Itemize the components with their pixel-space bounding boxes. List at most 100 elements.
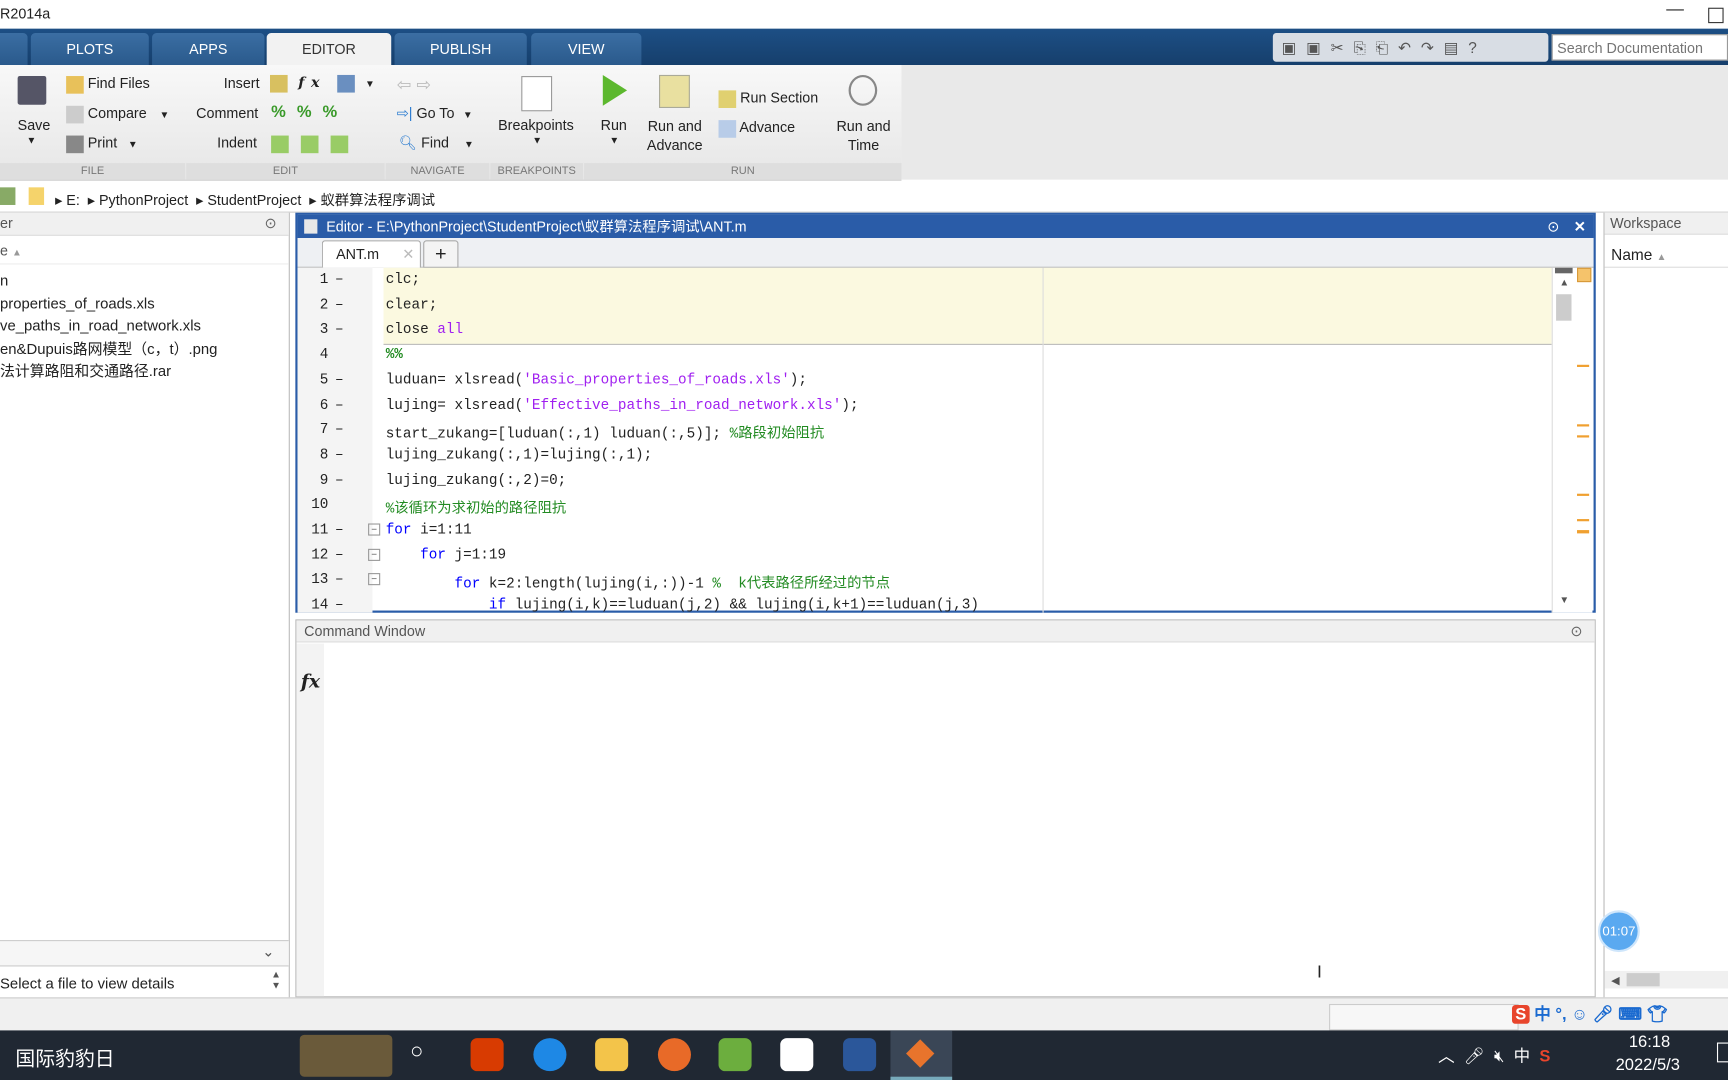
list-item[interactable]: en&Dupuis路网模型（c，t）.png bbox=[0, 338, 217, 361]
list-item[interactable]: 法计算路阻和交通路径.rar bbox=[0, 361, 217, 384]
tab-ant-m[interactable]: ANT.m ✕ bbox=[321, 240, 421, 268]
code-line[interactable]: 1– clc; bbox=[298, 271, 1552, 293]
breakpoint-marker[interactable]: – bbox=[335, 546, 344, 563]
leopard-widget-image[interactable] bbox=[299, 1034, 393, 1077]
save-button[interactable]: Save bbox=[18, 117, 51, 134]
code-line[interactable]: 13– − for k=2:length(lujing(i,:))-1 % k代表… bbox=[298, 571, 1552, 593]
fold-toggle-icon[interactable]: − bbox=[368, 573, 381, 586]
breakpoint-marker[interactable]: – bbox=[335, 521, 344, 538]
breakpoint-marker[interactable]: – bbox=[335, 321, 344, 338]
minimize-button[interactable]: — bbox=[1666, 0, 1684, 20]
breakpoints-button[interactable]: Breakpoints bbox=[498, 117, 574, 134]
chevron-down-icon[interactable]: ⌄ bbox=[262, 943, 274, 961]
list-item[interactable]: n bbox=[0, 270, 217, 293]
matlab-taskbar-button[interactable] bbox=[890, 1030, 953, 1080]
fold-toggle-icon[interactable]: − bbox=[368, 548, 381, 561]
file-explorer-icon[interactable] bbox=[595, 1038, 629, 1072]
clock-date[interactable]: 2022/5/3 bbox=[1616, 1056, 1680, 1075]
goto-button[interactable]: ⇨| Go To ▼ bbox=[397, 105, 473, 123]
breakpoints-dropdown-icon[interactable]: ▼ bbox=[532, 134, 542, 145]
maximize-button[interactable] bbox=[1708, 7, 1724, 24]
code-line[interactable]: 12– − for j=1:19 bbox=[298, 546, 1552, 568]
code-line[interactable]: 5– luduan= xlsread('Basic_properties_of_r… bbox=[298, 371, 1552, 393]
code-line[interactable]: 3– close all bbox=[298, 321, 1552, 343]
app-icon[interactable] bbox=[657, 1038, 691, 1072]
advance-button[interactable]: Advance bbox=[718, 119, 795, 138]
taskbar-news-text[interactable]: 国际豹豹日 bbox=[15, 1044, 114, 1073]
list-item[interactable]: ve_paths_in_road_network.xls bbox=[0, 315, 217, 338]
code-area[interactable]: 1– clc; 2– clear; 3– close all 4%% 5– luduan= xl… bbox=[298, 268, 1552, 613]
find-button[interactable]: 🔍︎ Find ▼ bbox=[399, 134, 474, 152]
baidu-netdisk-icon[interactable] bbox=[780, 1038, 814, 1072]
details-scroll[interactable]: ▲ ▼ bbox=[271, 969, 281, 991]
quick-access-toolbar[interactable]: ▣▣✂⎘⎗↶↷▤? bbox=[1272, 33, 1549, 62]
details-toggle[interactable]: ⌄ bbox=[0, 940, 289, 967]
clock-time[interactable]: 16:18 bbox=[1629, 1033, 1670, 1052]
save-dropdown-icon[interactable]: ▼ bbox=[26, 134, 36, 145]
back-forward-buttons[interactable]: ⇦ ⇨ bbox=[397, 74, 431, 96]
code-line[interactable]: 6– lujing= xlsread('Effective_paths_in_ro… bbox=[298, 396, 1552, 418]
workspace-hscrollbar[interactable]: ◀ bbox=[1604, 970, 1728, 989]
list-item[interactable]: properties_of_roads.xls bbox=[0, 293, 217, 316]
breakpoint-marker[interactable]: – bbox=[335, 371, 344, 388]
breakpoint-marker[interactable]: – bbox=[335, 421, 344, 438]
up-folder-icon[interactable] bbox=[0, 187, 16, 205]
command-window-menu-icon[interactable]: ⊙ bbox=[1570, 620, 1582, 642]
tab-publish[interactable]: PUBLISH bbox=[394, 33, 527, 66]
office-icon[interactable] bbox=[470, 1038, 504, 1072]
tab-view[interactable]: VIEW bbox=[531, 33, 642, 66]
tab-editor[interactable]: EDITOR bbox=[266, 33, 392, 66]
command-window[interactable]: Command Window ⊙ fx bbox=[295, 619, 1596, 998]
code-line[interactable]: 9– lujing_zukang(:,2)=0; bbox=[298, 471, 1552, 493]
code-line[interactable]: 8– lujing_zukang(:,1)=lujing(:,1); bbox=[298, 446, 1552, 468]
code-line[interactable]: 4%% bbox=[298, 346, 1552, 368]
breadcrumb[interactable]: ▸ E: ▸ PythonProject ▸ StudentProject ▸ … bbox=[55, 188, 435, 209]
breakpoint-marker[interactable]: – bbox=[335, 571, 344, 588]
image-app-icon[interactable] bbox=[718, 1038, 752, 1072]
tab-apps[interactable]: APPS bbox=[152, 33, 265, 66]
breakpoint-marker[interactable]: – bbox=[335, 471, 344, 488]
search-circle-icon[interactable]: ○ bbox=[410, 1039, 423, 1064]
new-tab-button[interactable]: + bbox=[423, 240, 459, 268]
run-and-advance-button[interactable]: Run and Advance bbox=[647, 117, 703, 154]
panel-menu-icon[interactable]: ⊙ bbox=[264, 213, 276, 235]
breakpoint-marker[interactable]: – bbox=[335, 271, 344, 288]
notification-icon[interactable] bbox=[1716, 1042, 1728, 1063]
code-line[interactable]: 2– clear; bbox=[298, 296, 1552, 318]
code-line[interactable]: 14– if lujing(i,k)==luduan(j,2) && lujin… bbox=[298, 596, 1552, 612]
tab-home[interactable] bbox=[0, 33, 28, 66]
editor-scrollbar[interactable]: ▲ ▼ bbox=[1551, 267, 1593, 613]
tab-plots[interactable]: PLOTS bbox=[30, 33, 149, 66]
breakpoint-marker[interactable]: – bbox=[335, 296, 344, 313]
print-button[interactable]: Print ▼ bbox=[66, 134, 138, 153]
fx-function-browser-icon[interactable]: fx bbox=[301, 671, 320, 693]
insert-buttons[interactable]: fx ▼ bbox=[269, 74, 381, 93]
breakpoint-marker[interactable]: – bbox=[335, 596, 344, 612]
close-tab-icon[interactable]: ✕ bbox=[402, 246, 414, 264]
close-editor-icon[interactable]: ✕ bbox=[1574, 215, 1586, 238]
run-dropdown-icon[interactable]: ▼ bbox=[609, 134, 619, 145]
run-section-button[interactable]: Run Section bbox=[718, 89, 818, 108]
editor-menu-icon[interactable]: ⊙ bbox=[1547, 215, 1559, 238]
code-line[interactable]: 11– − for i=1:11 bbox=[298, 521, 1552, 543]
breakpoint-marker[interactable]: – bbox=[335, 446, 344, 463]
sogou-browser-icon[interactable] bbox=[533, 1038, 567, 1072]
code-line[interactable]: 10 %该循环为求初始的路径阻抗 bbox=[298, 496, 1552, 518]
workspace-name-column[interactable]: Name ▲ bbox=[1604, 241, 1728, 268]
indent-buttons[interactable] bbox=[271, 134, 348, 153]
scroll-thumb[interactable] bbox=[1556, 294, 1572, 321]
run-and-time-button[interactable]: Run and Time bbox=[836, 117, 890, 154]
comment-buttons[interactable]: %%% bbox=[271, 102, 348, 121]
address-bar[interactable]: ▸ E: ▸ PythonProject ▸ StudentProject ▸ … bbox=[0, 181, 1728, 213]
find-files-button[interactable]: Find Files bbox=[66, 75, 150, 94]
run-button[interactable]: Run bbox=[601, 117, 627, 134]
word-icon[interactable] bbox=[843, 1038, 877, 1072]
system-tray[interactable]: ︿ 🎤︎ 🔇︎ 中 S bbox=[1438, 1044, 1550, 1067]
compare-button[interactable]: Compare ▼ bbox=[66, 105, 169, 123]
breakpoint-marker[interactable]: – bbox=[335, 396, 344, 413]
fold-toggle-icon[interactable]: − bbox=[368, 523, 381, 536]
search-documentation-input[interactable] bbox=[1551, 34, 1728, 61]
code-line[interactable]: 7– start_zukang=[luduan(:,1) luduan(:,5)]… bbox=[298, 421, 1552, 443]
name-column-header[interactable]: e ▲ bbox=[0, 239, 289, 265]
ime-toolbar[interactable]: S 中 °, ☺ 🎤︎ ⌨ 👕︎ bbox=[1511, 1002, 1668, 1025]
